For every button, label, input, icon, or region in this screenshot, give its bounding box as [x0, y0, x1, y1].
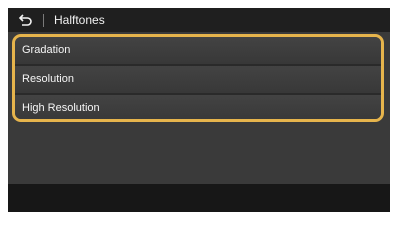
- title-bar: Halftones: [8, 8, 390, 32]
- settings-screen: Halftones Gradation Resolution High Reso…: [8, 8, 390, 212]
- back-arrow-icon: [17, 13, 33, 27]
- title-separator: [43, 14, 44, 27]
- page-title: Halftones: [54, 13, 105, 27]
- options-list: Gradation Resolution High Resolution: [12, 34, 384, 122]
- back-button[interactable]: [8, 8, 42, 32]
- bottom-bar: [8, 184, 390, 212]
- menu-item-high-resolution[interactable]: High Resolution: [15, 95, 381, 119]
- menu-item-resolution[interactable]: Resolution: [15, 66, 381, 93]
- menu-item-gradation[interactable]: Gradation: [15, 37, 381, 64]
